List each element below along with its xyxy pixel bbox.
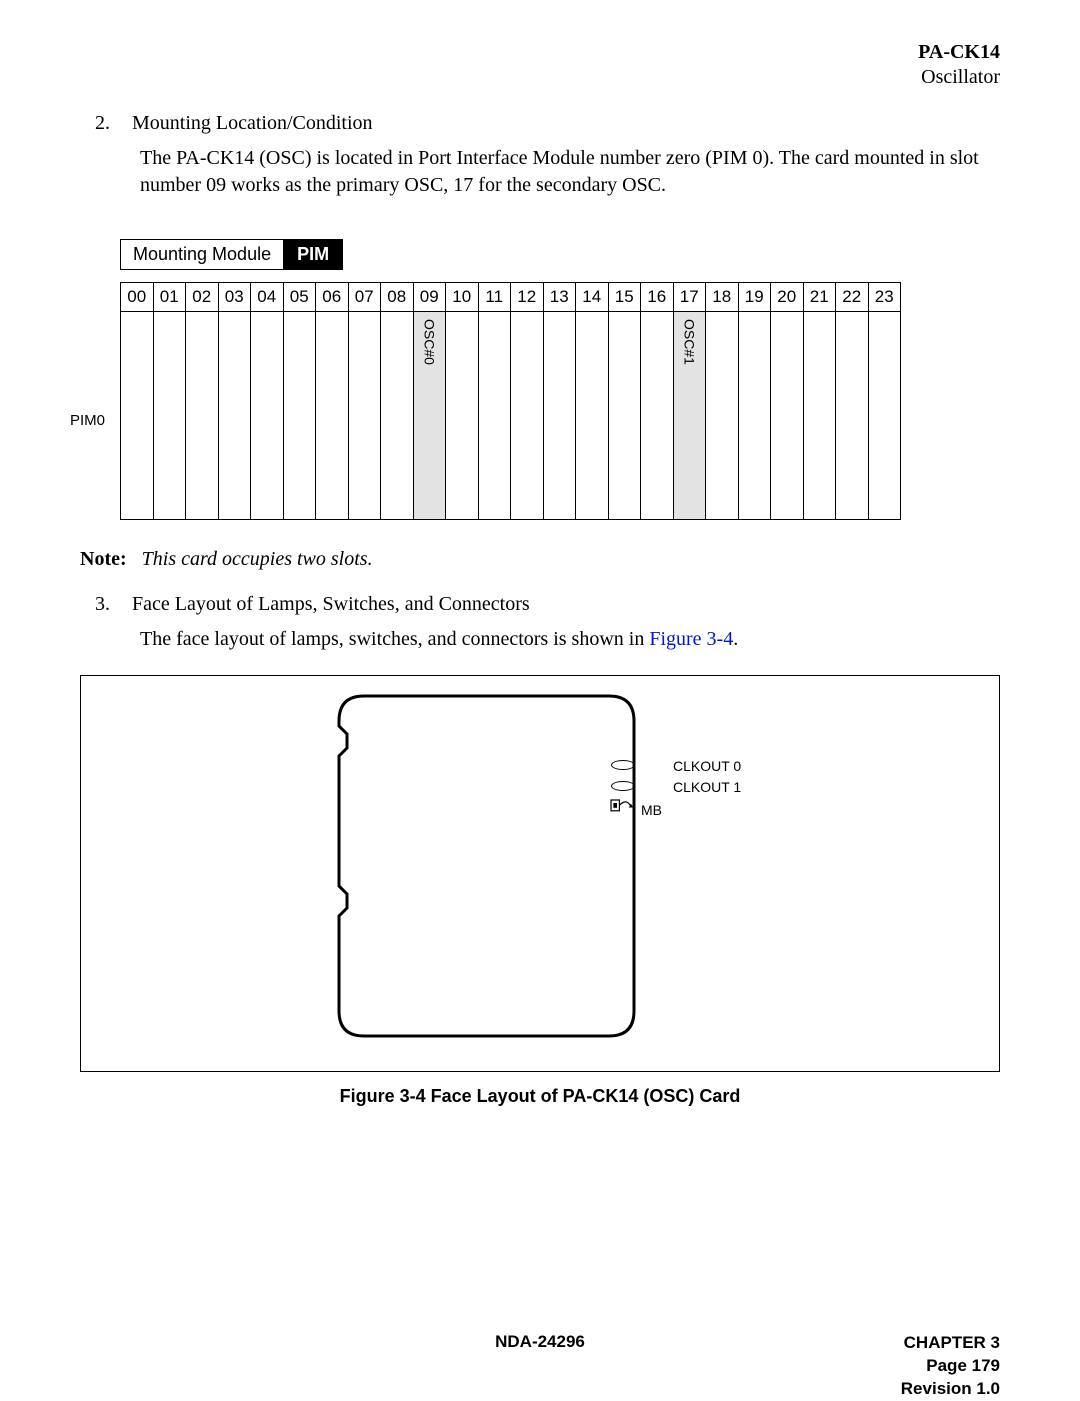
slot-cell: [576, 312, 609, 520]
clkout0-row: CLKOUT 0: [641, 756, 741, 777]
slot-header: 06: [316, 283, 349, 312]
slot-body-row: OSC#0 OSC#1: [121, 312, 901, 520]
section-2-title: Mounting Location/Condition: [132, 112, 373, 134]
section-2-heading: 2. Mounting Location/Condition: [95, 112, 1000, 135]
note-label: Note:: [80, 548, 127, 570]
slot-header: 11: [478, 283, 511, 312]
slot-cell: [348, 312, 381, 520]
section-3-number: 3.: [95, 593, 127, 616]
slot-header: 15: [608, 283, 641, 312]
section-2-number: 2.: [95, 112, 127, 135]
slot-header: 02: [186, 283, 219, 312]
slot-cell: [121, 312, 154, 520]
slot-header: 14: [576, 283, 609, 312]
slot-header: 17: [673, 283, 706, 312]
page-header: PA-CK14 Oscillator: [80, 40, 1000, 90]
note: Note: This card occupies two slots.: [80, 548, 1000, 571]
slot-header: 22: [836, 283, 869, 312]
slot-cell: [641, 312, 674, 520]
slot-cell: [868, 312, 901, 520]
slot-cell: [153, 312, 186, 520]
pim-badge: PIM: [283, 239, 343, 270]
section-3-paragraph: The face layout of lamps, switches, and …: [140, 626, 1000, 653]
slot-header: 07: [348, 283, 381, 312]
slot-header: 01: [153, 283, 186, 312]
section-2-paragraph: The PA-CK14 (OSC) is located in Port Int…: [140, 145, 1000, 199]
pim-row-label: PIM0: [70, 412, 105, 429]
page: PA-CK14 Oscillator 2. Mounting Location/…: [0, 0, 1080, 1397]
slot-table: 0001020304050607080910111213141516171819…: [120, 282, 901, 520]
clkout0-label: CLKOUT 0: [673, 758, 741, 774]
slot-header: 21: [803, 283, 836, 312]
section-3-title: Face Layout of Lamps, Switches, and Conn…: [132, 593, 530, 615]
section-3-para-post: .: [733, 628, 738, 650]
slot-header: 20: [771, 283, 804, 312]
slot-cell: [543, 312, 576, 520]
mounting-module-badge: Mounting Module PIM: [120, 239, 1000, 270]
slot-cell: OSC#1: [673, 312, 706, 520]
slot-cell: [738, 312, 771, 520]
slot-header: 12: [511, 283, 544, 312]
slot-header: 00: [121, 283, 154, 312]
footer-right: CHAPTER 3 Page 179 Revision 1.0: [901, 1332, 1000, 1401]
slot-header: 03: [218, 283, 251, 312]
slot-header: 10: [446, 283, 479, 312]
slot-header: 05: [283, 283, 316, 312]
mb-label: MB: [641, 802, 662, 818]
slot-diagram: PIM0 00010203040506070809101112131415161…: [80, 282, 1000, 520]
slot-header: 18: [706, 283, 739, 312]
card-outline: [339, 696, 634, 1036]
footer-page: Page 179: [926, 1356, 1000, 1375]
slot-header: 13: [543, 283, 576, 312]
clkout1-label: CLKOUT 1: [673, 779, 741, 795]
note-text: This card occupies two slots.: [142, 548, 373, 570]
slot-cell: [218, 312, 251, 520]
header-subtitle: Oscillator: [921, 66, 1000, 88]
slot-header-row: 0001020304050607080910111213141516171819…: [121, 283, 901, 312]
slot-header: 09: [413, 283, 446, 312]
slot-cell: [836, 312, 869, 520]
slot-card-label: OSC#1: [681, 313, 697, 365]
slot-cell: [608, 312, 641, 520]
mb-switch-icon: [611, 796, 635, 816]
slot-cell: [771, 312, 804, 520]
header-code: PA-CK14: [918, 41, 1000, 63]
page-footer: NDA-24296 CHAPTER 3 Page 179 Revision 1.…: [80, 1332, 1000, 1352]
figure-caption: Figure 3-4 Face Layout of PA-CK14 (OSC) …: [80, 1086, 1000, 1107]
slot-cell: [706, 312, 739, 520]
slot-cell: [511, 312, 544, 520]
clkout1-row: CLKOUT 1: [641, 777, 741, 798]
slot-cell: [283, 312, 316, 520]
slot-header: 16: [641, 283, 674, 312]
slot-header: 19: [738, 283, 771, 312]
section-3-heading: 3. Face Layout of Lamps, Switches, and C…: [95, 593, 1000, 616]
slot-cell: [803, 312, 836, 520]
connector-labels: CLKOUT 0 CLKOUT 1: [641, 756, 741, 798]
slot-cell: [381, 312, 414, 520]
slot-header: 04: [251, 283, 284, 312]
mounting-module-label: Mounting Module: [120, 239, 284, 270]
slot-card-label: OSC#0: [421, 313, 437, 365]
footer-revision: Revision 1.0: [901, 1379, 1000, 1398]
slot-cell: OSC#0: [413, 312, 446, 520]
footer-center: NDA-24296: [80, 1332, 1000, 1352]
figure-link[interactable]: Figure 3-4: [649, 628, 733, 650]
section-3-para-pre: The face layout of lamps, switches, and …: [140, 628, 649, 650]
figure-box: CLKOUT 0 CLKOUT 1 MB: [80, 675, 1000, 1072]
slot-header: 08: [381, 283, 414, 312]
slot-cell: [251, 312, 284, 520]
slot-header: 23: [868, 283, 901, 312]
slot-cell: [316, 312, 349, 520]
slot-cell: [446, 312, 479, 520]
slot-cell: [186, 312, 219, 520]
footer-chapter: CHAPTER 3: [904, 1333, 1000, 1352]
slot-cell: [478, 312, 511, 520]
